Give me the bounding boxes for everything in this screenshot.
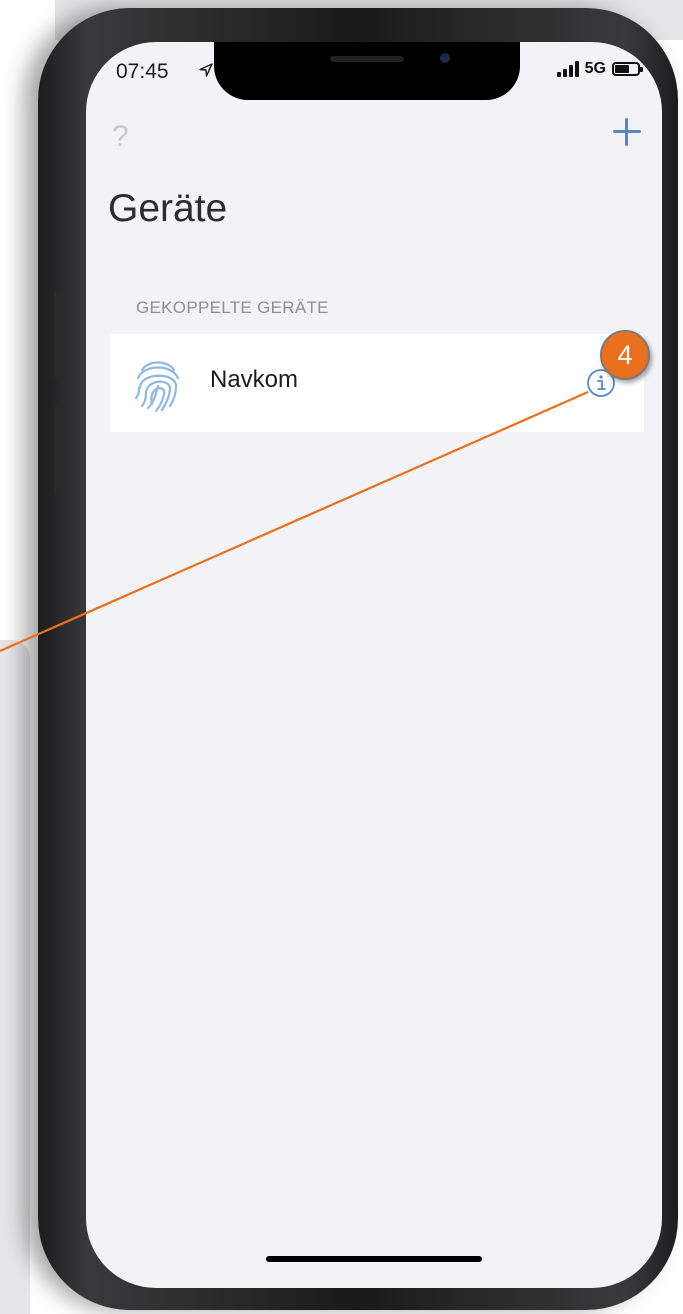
volume-up-button [54, 290, 62, 380]
help-button[interactable]: ? [112, 120, 129, 154]
device-row[interactable]: Navkom [110, 334, 644, 432]
volume-down-button [54, 405, 62, 495]
battery-icon [612, 62, 643, 76]
plus-icon[interactable] [610, 114, 644, 148]
status-indicators: 5G [556, 60, 643, 78]
section-header: GEKOPPELTE GERÄTE [136, 298, 329, 317]
phone-screen: 07:45 5G ? Geräte GEKOPPELTE GERÄTE Navk [86, 42, 662, 1288]
front-camera [440, 53, 450, 63]
device-name: Navkom [210, 366, 299, 393]
network-type: 5G [584, 60, 606, 77]
page-title: Geräte [108, 187, 228, 230]
signal-icon [556, 61, 579, 77]
location-arrow-icon [199, 63, 213, 77]
home-indicator [266, 1256, 482, 1262]
fingerprint-icon [134, 361, 180, 412]
callout-badge: 4 [600, 330, 650, 380]
status-time: 07:45 [116, 60, 169, 83]
background-panel-left [0, 640, 30, 1314]
speaker [330, 56, 404, 62]
notch [214, 42, 520, 100]
